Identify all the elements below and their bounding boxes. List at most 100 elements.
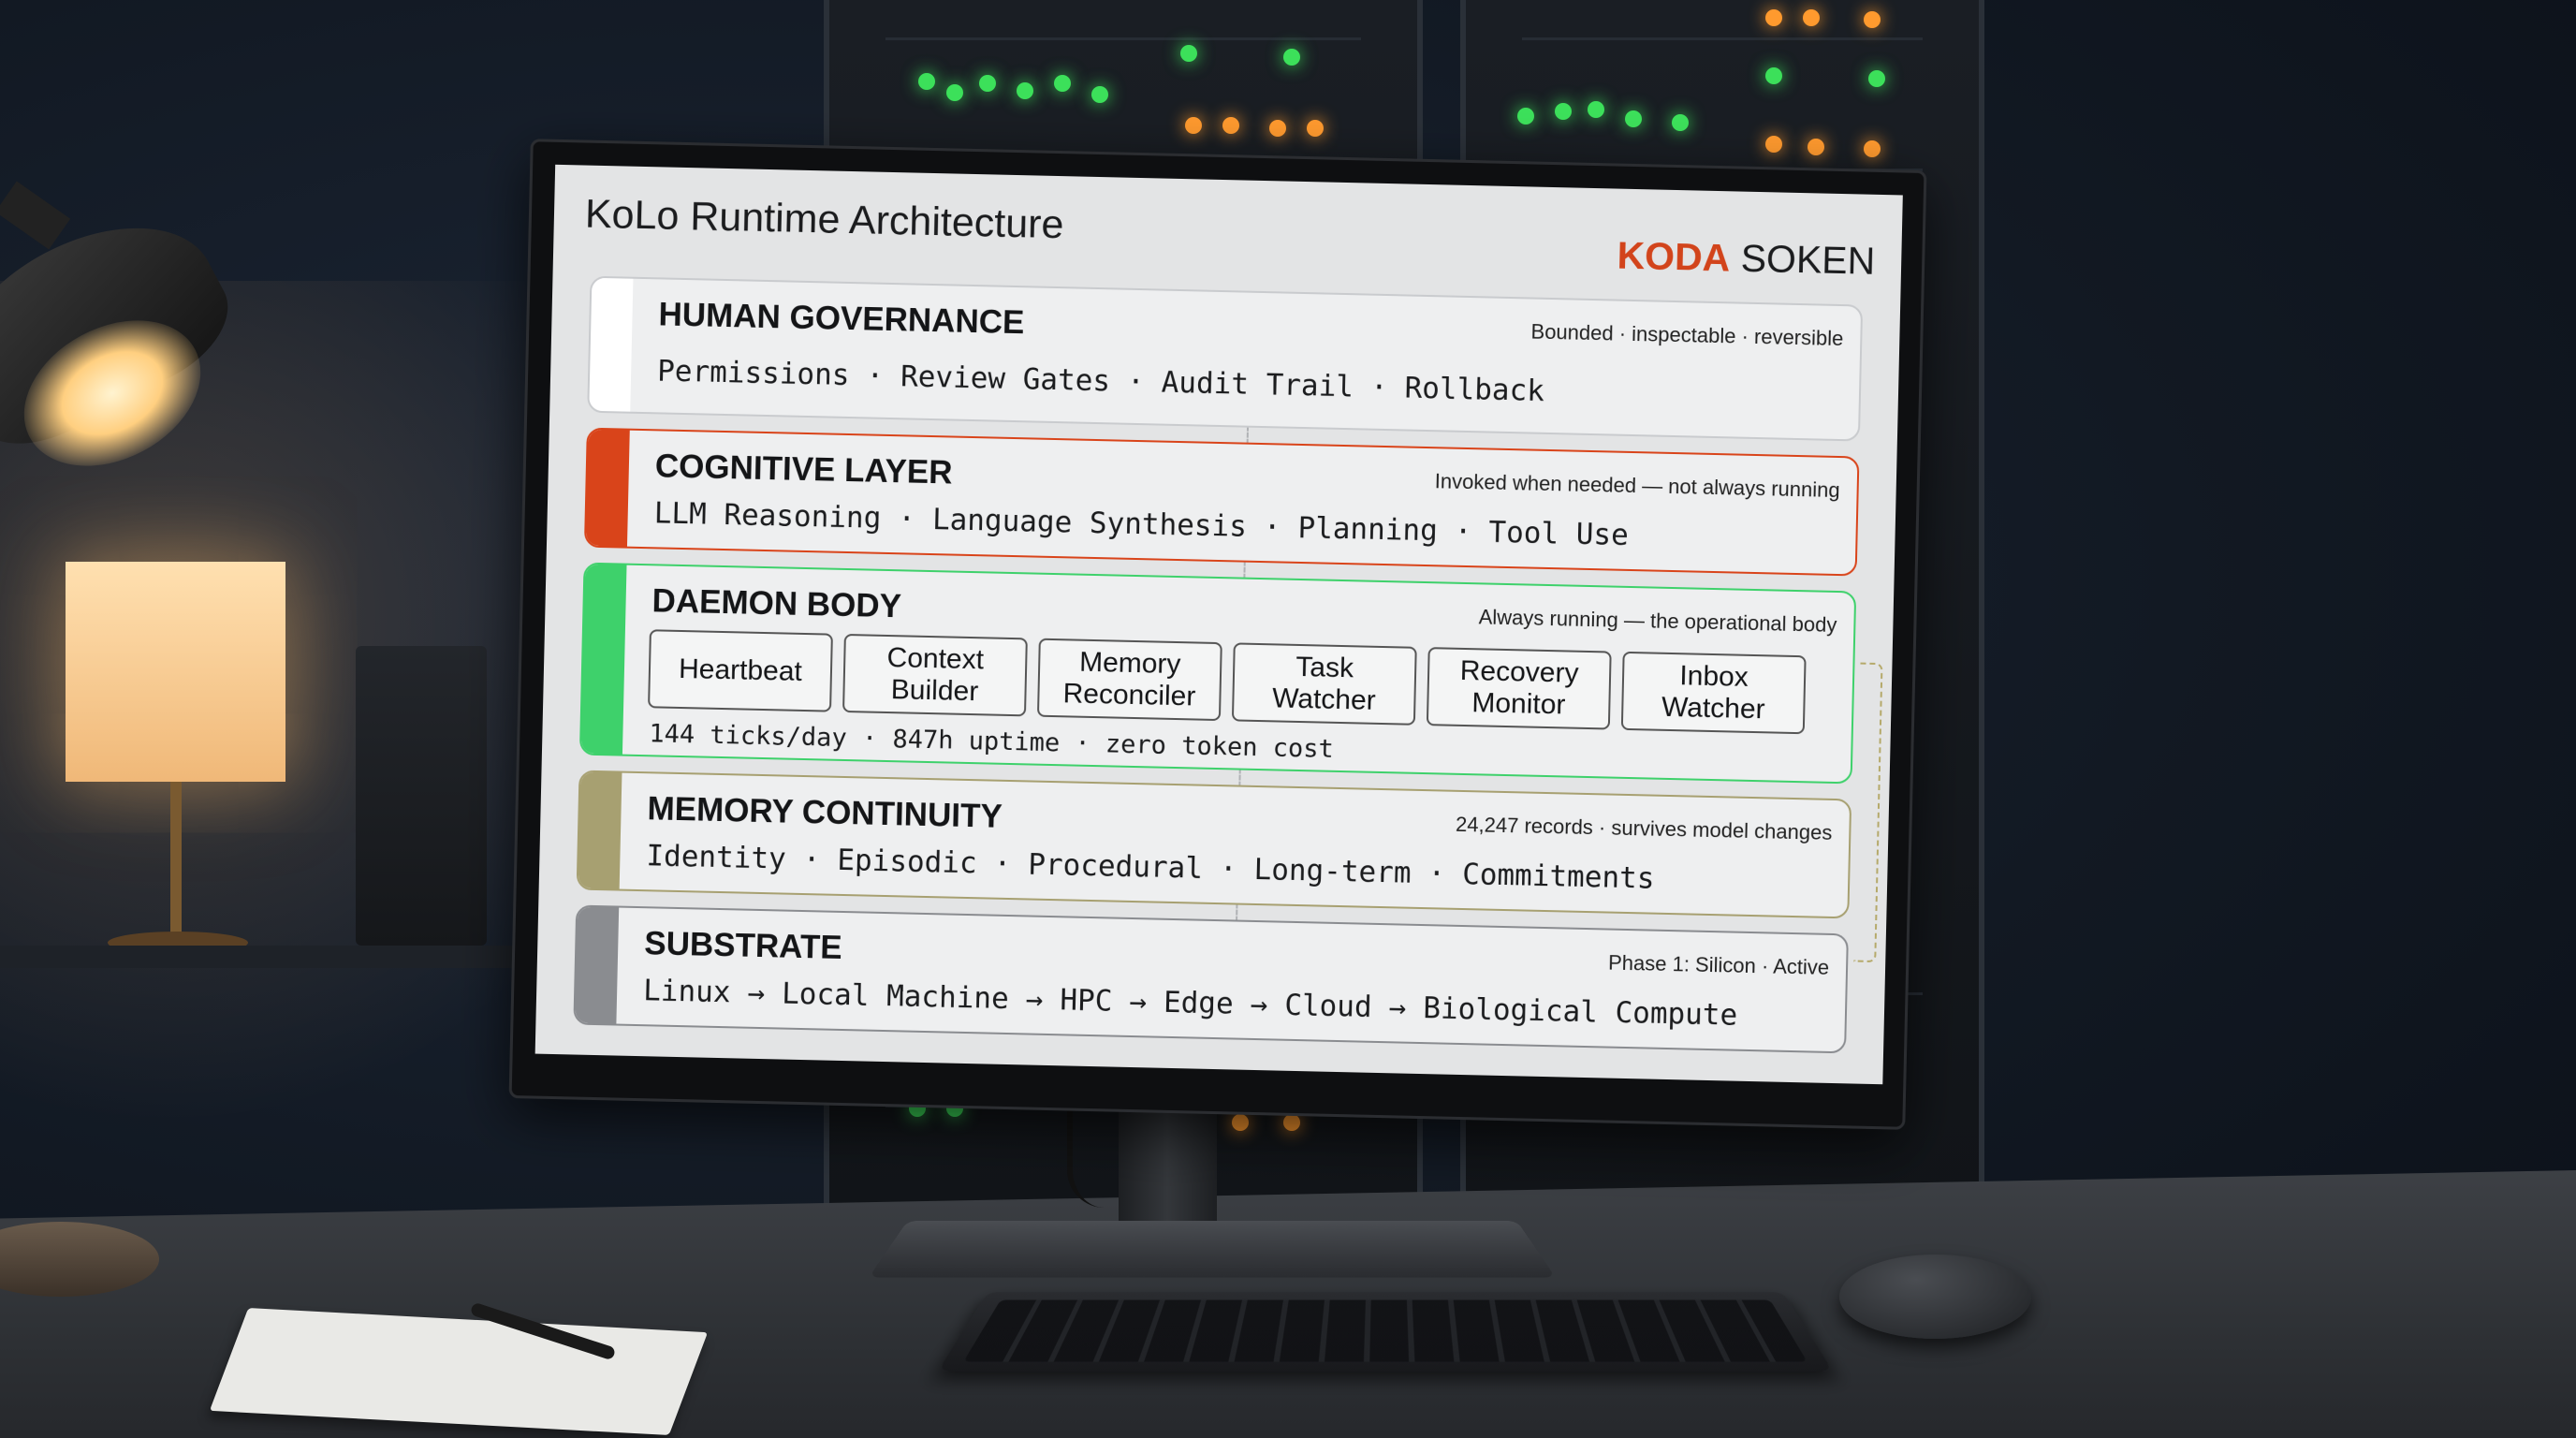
layer-daemon-body: DAEMON BODY Always running — the operati… — [578, 562, 1857, 785]
layer-accent-bar — [589, 277, 634, 412]
module-recovery-monitor: Recovery Monitor — [1426, 647, 1612, 730]
layer-title: COGNITIVE LAYER — [654, 448, 953, 492]
memory-link-bracket — [1853, 662, 1883, 963]
layer-accent-bar — [575, 906, 620, 1024]
table-lamp-stem — [170, 782, 182, 941]
status-led-orange — [1185, 117, 1202, 134]
layer-item: Review Gates — [900, 360, 1111, 399]
arrow-icon: → — [1388, 990, 1407, 1025]
substrate-item: HPC — [1059, 983, 1113, 1019]
brand-primary: KODA — [1617, 233, 1731, 280]
layer-item: Tool Use — [1488, 515, 1630, 552]
slide-header: KoLo Runtime Architecture KODA SOKEN — [553, 165, 1903, 294]
layer-item: Rollback — [1404, 371, 1545, 408]
daemon-stats: 144 ticks/day · 847h uptime · zero token… — [649, 719, 1335, 764]
layer-note: Bounded · inspectable · reversible — [1530, 319, 1844, 351]
daemon-module-row: Heartbeat Context Builder Memory Reconci… — [648, 629, 1807, 735]
layer-items: Identity · Episodic · Procedural · Long-term · C… — [646, 839, 1655, 895]
monitor-screen: KoLo Runtime Architecture KODA SOKEN HUM… — [534, 164, 1903, 1085]
substrate-item: Edge — [1163, 985, 1235, 1021]
module-heartbeat: Heartbeat — [648, 629, 833, 712]
layer-memory-continuity: MEMORY CONTINUITY 24,247 records · survi… — [576, 770, 1852, 919]
status-led-green — [1017, 82, 1033, 99]
separator-dot: · — [1369, 370, 1389, 405]
status-led-green — [918, 73, 935, 90]
separator-dot: · — [866, 359, 885, 393]
layer-item: LLM Reasoning — [653, 496, 882, 536]
module-memory-reconciler: Memory Reconciler — [1036, 638, 1222, 722]
layer-note: Invoked when needed — not always running — [1434, 469, 1840, 503]
status-led-green — [1054, 75, 1071, 92]
separator-dot: · — [802, 843, 821, 877]
substrate-chain: Linux → Local Machine → HPC → Edge → Cloud → Biolo… — [643, 974, 1738, 1033]
substrate-item: Biological Compute — [1422, 991, 1738, 1033]
layer-title: DAEMON BODY — [651, 582, 902, 625]
desk-lamp-arm — [0, 181, 71, 250]
substrate-item: Linux — [642, 974, 731, 1010]
substrate-item: Local Machine — [781, 976, 1010, 1017]
arrow-icon: → — [1025, 982, 1044, 1017]
layer-title: SUBSTRATE — [643, 925, 843, 966]
layer-items: LLM Reasoning · Language Synthesis · Plannin… — [653, 496, 1629, 552]
layer-item: Permissions — [656, 354, 850, 392]
shelf — [0, 946, 524, 968]
module-inbox-watcher: Inbox Watcher — [1620, 651, 1807, 735]
layer-note: 24,247 records · survives model changes — [1455, 812, 1833, 844]
layer-human-governance: HUMAN GOVERNANCE Bounded · inspectable ·… — [587, 275, 1864, 442]
separator-dot: · — [897, 502, 916, 536]
rack-unit — [1522, 37, 1923, 150]
layer-note: Always running — the operational body — [1478, 605, 1837, 637]
substrate-item: Cloud — [1283, 988, 1373, 1024]
keyboard[interactable] — [937, 1292, 1834, 1372]
layer-item: Episodic — [836, 843, 978, 881]
brand-secondary: SOKEN — [1740, 236, 1876, 283]
status-led-green — [1672, 114, 1689, 131]
arrow-icon: → — [747, 976, 766, 1011]
status-led-green — [1283, 49, 1300, 66]
separator-dot: · — [1454, 514, 1472, 550]
status-led-green — [1091, 86, 1108, 103]
status-led-orange — [1232, 1114, 1249, 1131]
layer-note: Phase 1: Silicon · Active — [1607, 950, 1830, 979]
layer-accent-bar — [585, 429, 630, 547]
table-lamp-shade — [66, 562, 285, 782]
mouse[interactable] — [1839, 1255, 2031, 1339]
monitor: KoLo Runtime Architecture KODA SOKEN HUM… — [508, 139, 1927, 1130]
slide-title: KoLo Runtime Architecture — [584, 191, 1064, 248]
status-led-green — [1588, 101, 1604, 118]
brand-logo: KODA SOKEN — [1617, 234, 1876, 284]
status-led-orange — [1307, 120, 1324, 137]
arrow-icon: → — [1250, 987, 1268, 1022]
status-led-green — [1180, 45, 1197, 62]
status-led-orange — [1808, 139, 1824, 155]
status-led-orange — [1864, 11, 1881, 28]
separator-dot: · — [1263, 510, 1281, 545]
status-led-orange — [1283, 1114, 1300, 1131]
status-led-orange — [1269, 120, 1286, 137]
layer-item: Identity — [646, 839, 787, 876]
status-led-green — [1625, 110, 1642, 127]
status-led-orange — [1803, 9, 1820, 26]
layer-items: Permissions · Review Gates · Audit Trail · Rol… — [657, 354, 1544, 407]
layer-item: Procedural — [1027, 847, 1204, 886]
layer-accent-bar — [578, 771, 622, 889]
monitor-cable — [1067, 1105, 1123, 1208]
status-led-green — [979, 75, 996, 92]
layer-cognitive: COGNITIVE LAYER Invoked when needed — no… — [583, 427, 1860, 577]
status-led-green — [1555, 103, 1572, 120]
status-led-green — [1517, 108, 1534, 125]
status-led-orange — [1765, 136, 1782, 153]
separator-dot: · — [1219, 852, 1237, 887]
arrow-icon: → — [1128, 984, 1148, 1020]
status-led-green — [1765, 67, 1782, 84]
status-led-green — [1868, 70, 1885, 87]
status-led-orange — [1222, 117, 1239, 134]
layer-accent-bar — [580, 564, 627, 755]
separator-dot: · — [993, 846, 1012, 882]
speaker — [356, 646, 487, 946]
layer-substrate: SUBSTRATE Phase 1: Silicon · Active Linu… — [573, 904, 1849, 1054]
status-led-orange — [1765, 9, 1782, 26]
layer-item: Long-term — [1253, 852, 1412, 890]
module-task-watcher: Task Watcher — [1231, 642, 1417, 726]
separator-dot: · — [1126, 364, 1146, 400]
